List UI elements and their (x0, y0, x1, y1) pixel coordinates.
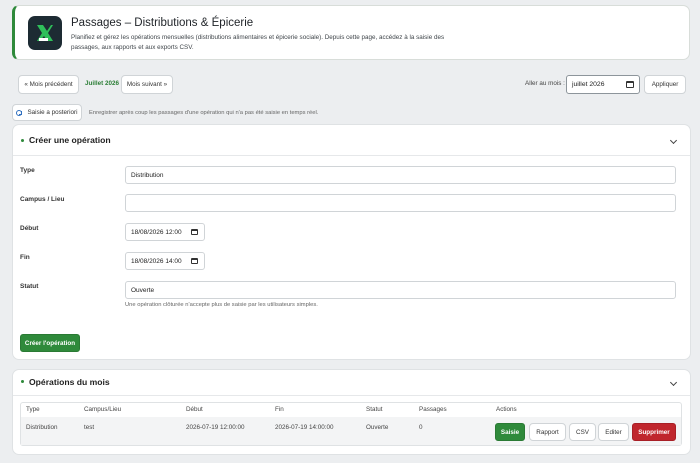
logo-icon (28, 16, 62, 50)
column-header-actions: Actions (496, 406, 517, 413)
column-header-type: Type (26, 406, 40, 413)
prev-month-button[interactable]: « Mois précédent (18, 75, 79, 94)
apply-month-button[interactable]: Appliquer (644, 75, 686, 94)
calendar-icon[interactable] (626, 81, 634, 88)
csv-export-button[interactable]: CSV (569, 423, 596, 441)
column-header-start: Début (186, 406, 203, 413)
status-label: Statut (20, 283, 39, 290)
start-datetime-value: 18/08/2026 12:00 (131, 228, 182, 236)
page-description: Planifiez et gérez les opérations mensue… (71, 34, 445, 51)
start-datetime-field[interactable]: 18/08/2026 12:00 (125, 223, 205, 241)
calendar-icon[interactable] (191, 229, 198, 235)
row-start: 2026-07-19 12:00:00 (186, 424, 245, 431)
column-header-passages: Passages (419, 406, 447, 413)
chevron-down-icon[interactable] (669, 378, 678, 387)
type-label: Type (20, 167, 35, 174)
chevron-down-icon[interactable] (669, 136, 678, 145)
campus-field[interactable] (125, 194, 676, 212)
section-dot-icon (21, 380, 24, 383)
section-dot-icon (21, 139, 24, 142)
start-label: Début (20, 225, 39, 232)
page-title: Passages – Distributions & Épicerie (71, 17, 254, 29)
next-month-button[interactable]: Mois suivant » (121, 75, 173, 94)
end-label: Fin (20, 254, 30, 261)
end-datetime-value: 18/08/2026 14:00 (131, 257, 182, 265)
delete-button[interactable]: Supprimer (632, 423, 676, 441)
page-header: Passages – Distributions & Épicerie Plan… (12, 5, 690, 60)
column-header-end: Fin (275, 406, 284, 413)
row-campus: test (84, 424, 95, 431)
row-type: Distribution (26, 424, 58, 431)
row-passages: 0 (419, 424, 423, 431)
operations-title: Opérations du mois (29, 377, 110, 387)
late-entry-label: Saisie a posteriori (27, 109, 78, 116)
create-operation-title: Créer une opération (29, 135, 111, 145)
late-entry-note: Enregistrer après coup les passages d'un… (89, 110, 319, 116)
create-operation-card: Créer une opération (12, 124, 691, 360)
row-end: 2026-07-19 14:00:00 (275, 424, 334, 431)
column-header-campus: Campus/Lieu (84, 406, 122, 413)
goto-month-label: Aller au mois : (525, 80, 565, 87)
column-header-status: Statut (366, 406, 383, 413)
month-picker-input[interactable]: juillet 2026 (566, 75, 640, 94)
report-button[interactable]: Rapport (529, 423, 566, 441)
campus-label: Campus / Lieu (20, 196, 65, 203)
type-field[interactable]: Distribution (125, 166, 676, 184)
end-datetime-field[interactable]: 18/08/2026 14:00 (125, 252, 205, 270)
status-field[interactable]: Ouverte (125, 281, 676, 299)
create-operation-button[interactable]: Créer l'opération (20, 334, 80, 352)
current-month-label: Juillet 2026 (85, 80, 119, 87)
edit-button[interactable]: Editer (598, 423, 629, 441)
status-hint: Une opération clôturée n'accepte plus de… (125, 302, 318, 308)
month-picker-value: juillet 2026 (572, 81, 605, 88)
calendar-icon[interactable] (191, 258, 198, 264)
entry-button[interactable]: Saisie (495, 423, 525, 441)
late-entry-button[interactable]: Saisie a posteriori (12, 104, 82, 121)
row-status: Ouverte (366, 424, 389, 431)
clock-icon (16, 109, 23, 116)
